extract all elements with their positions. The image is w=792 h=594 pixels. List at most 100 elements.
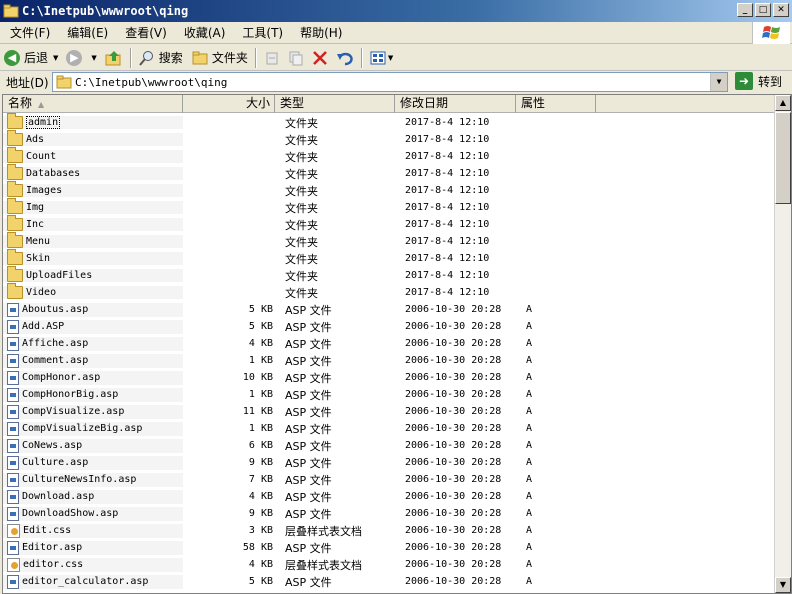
column-type[interactable]: 类型 bbox=[275, 95, 395, 113]
file-row[interactable]: Ads 文件夹 2017-8-4 12:10 bbox=[3, 130, 775, 148]
file-type: 文件夹 bbox=[285, 218, 318, 232]
menu-view[interactable]: 查看(V) bbox=[115, 24, 174, 41]
menu-favorites[interactable]: 收藏(A) bbox=[174, 24, 233, 41]
file-row[interactable]: CompHonorBig.asp 1 KB ASP 文件 2006-10-30 20:… bbox=[3, 386, 775, 403]
file-type: 层叠样式表文档 bbox=[285, 558, 362, 572]
address-input[interactable]: C:\Inetpub\wwwroot\qing ▼ bbox=[52, 72, 728, 92]
file-name: editor_calculator.asp bbox=[22, 576, 149, 587]
file-attributes: A bbox=[526, 542, 533, 553]
file-row[interactable]: Affiche.asp 4 KB ASP 文件 2006-10-30 20:28 A bbox=[3, 335, 775, 352]
chevron-down-icon[interactable]: ▼ bbox=[388, 54, 393, 62]
file-size: 1 KB bbox=[248, 389, 273, 400]
delete-button[interactable] bbox=[308, 47, 332, 69]
folders-button[interactable]: 文件夹 bbox=[187, 47, 252, 69]
column-attributes[interactable]: 属性 bbox=[516, 95, 596, 113]
file-date: 2006-10-30 20:28 bbox=[405, 355, 502, 366]
file-row[interactable]: CompVisualize.asp 11 KB ASP 文件 2006-10-30 2… bbox=[3, 403, 775, 420]
file-attributes: A bbox=[526, 457, 533, 468]
folder-icon bbox=[7, 113, 23, 129]
close-button[interactable]: ✕ bbox=[773, 3, 789, 17]
file-row[interactable]: Images 文件夹 2017-8-4 12:10 bbox=[3, 181, 775, 199]
asp-file-icon bbox=[7, 489, 19, 504]
asp-file-icon bbox=[7, 421, 19, 436]
scroll-down-button[interactable]: ▼ bbox=[775, 577, 791, 593]
folder-icon bbox=[7, 266, 23, 282]
up-folder-button[interactable] bbox=[101, 47, 127, 69]
file-name: CompHonor.asp bbox=[22, 372, 101, 383]
file-name-cell: Comment.asp bbox=[3, 353, 183, 368]
file-row[interactable]: Culture.asp 9 KB ASP 文件 2006-10-30 20:28 A bbox=[3, 454, 775, 471]
file-name-cell: Download.asp bbox=[3, 489, 183, 504]
file-name: Count bbox=[26, 151, 57, 162]
address-value: C:\Inetpub\wwwroot\qing bbox=[75, 75, 228, 89]
file-date: 2017-8-4 12:10 bbox=[405, 253, 490, 264]
scroll-up-button[interactable]: ▲ bbox=[775, 95, 791, 111]
copy-to-button[interactable] bbox=[284, 47, 308, 69]
file-attributes: A bbox=[526, 559, 533, 570]
file-name: Add.ASP bbox=[22, 321, 65, 332]
undo-button[interactable] bbox=[332, 47, 358, 69]
file-row[interactable]: DownloadShow.asp 9 KB ASP 文件 2006-10-30 20:… bbox=[3, 505, 775, 522]
scroll-thumb[interactable] bbox=[775, 112, 791, 204]
file-row[interactable]: editor.css 4 KB 层叠样式表文档 2006-10-30 20:28 A bbox=[3, 556, 775, 573]
column-date[interactable]: 修改日期 bbox=[395, 95, 516, 113]
move-to-button[interactable] bbox=[260, 47, 284, 69]
file-attributes: A bbox=[526, 576, 533, 587]
file-row[interactable]: UploadFiles 文件夹 2017-8-4 12:10 bbox=[3, 266, 775, 284]
file-attributes: A bbox=[526, 525, 533, 536]
address-bar: 地址(D) C:\Inetpub\wwwroot\qing ▼ ➜ 转到 bbox=[0, 71, 792, 93]
column-name[interactable]: 名称 ▲ bbox=[3, 95, 183, 113]
views-button[interactable]: ▼ bbox=[366, 47, 397, 69]
move-to-icon bbox=[266, 52, 278, 64]
file-name-cell: Menu bbox=[3, 232, 183, 248]
menu-help[interactable]: 帮助(H) bbox=[290, 24, 349, 41]
file-row[interactable]: Menu 文件夹 2017-8-4 12:10 bbox=[3, 232, 775, 250]
column-size[interactable]: 大小 bbox=[183, 95, 275, 113]
file-type: 文件夹 bbox=[285, 235, 318, 249]
file-row[interactable]: CompVisualizeBig.asp 1 KB ASP 文件 2006-10-30… bbox=[3, 420, 775, 437]
file-row[interactable]: Databases 文件夹 2017-8-4 12:10 bbox=[3, 164, 775, 182]
vertical-scrollbar[interactable]: ▲ ▼ bbox=[774, 95, 791, 593]
back-button[interactable]: ◀ 后退 ▼ bbox=[0, 47, 62, 69]
forward-button[interactable]: ▶ ▼ bbox=[62, 47, 100, 69]
file-row[interactable]: Comment.asp 1 KB ASP 文件 2006-10-30 20:28 A bbox=[3, 352, 775, 369]
chevron-down-icon[interactable]: ▼ bbox=[91, 54, 96, 62]
windows-logo-icon bbox=[752, 22, 790, 44]
file-row[interactable]: CompHonor.asp 10 KB ASP 文件 2006-10-30 20:28… bbox=[3, 369, 775, 386]
asp-file-icon bbox=[7, 404, 19, 419]
file-date: 2006-10-30 20:28 bbox=[405, 440, 502, 451]
asp-file-icon bbox=[7, 319, 19, 334]
chevron-down-icon[interactable]: ▼ bbox=[53, 54, 58, 62]
file-row[interactable]: Video 文件夹 2017-8-4 12:10 bbox=[3, 283, 775, 301]
file-row[interactable]: Skin 文件夹 2017-8-4 12:10 bbox=[3, 249, 775, 267]
search-button[interactable]: 搜索 bbox=[135, 47, 187, 69]
file-name-cell: Affiche.asp bbox=[3, 336, 183, 351]
file-type: ASP 文件 bbox=[285, 320, 332, 334]
column-name-label: 名称 bbox=[8, 96, 33, 110]
menu-edit[interactable]: 编辑(E) bbox=[57, 24, 115, 41]
file-row[interactable]: Editor.asp 58 KB ASP 文件 2006-10-30 20:28 A bbox=[3, 539, 775, 556]
file-row[interactable]: Download.asp 4 KB ASP 文件 2006-10-30 20:28 A bbox=[3, 488, 775, 505]
file-row[interactable]: Add.ASP 5 KB ASP 文件 2006-10-30 20:28 A bbox=[3, 318, 775, 335]
maximize-button[interactable]: □ bbox=[755, 3, 771, 17]
file-row[interactable]: Aboutus.asp 5 KB ASP 文件 2006-10-30 20:28 A bbox=[3, 301, 775, 318]
file-row[interactable]: CoNews.asp 6 KB ASP 文件 2006-10-30 20:28 A bbox=[3, 437, 775, 454]
file-row[interactable]: CultureNewsInfo.asp 7 KB ASP 文件 2006-10-30 … bbox=[3, 471, 775, 488]
file-row[interactable]: editor_calculator.asp 5 KB ASP 文件 2006-10-3… bbox=[3, 573, 775, 590]
minimize-button[interactable]: _ bbox=[737, 3, 753, 17]
file-date: 2006-10-30 20:28 bbox=[405, 542, 502, 553]
go-button[interactable]: ➜ 转到 bbox=[735, 72, 782, 90]
toolbar-separator bbox=[254, 47, 257, 68]
file-type: 文件夹 bbox=[285, 269, 318, 283]
file-row[interactable]: Img 文件夹 2017-8-4 12:10 bbox=[3, 198, 775, 216]
menu-file[interactable]: 文件(F) bbox=[0, 24, 57, 41]
folder-icon bbox=[7, 147, 23, 163]
file-type: ASP 文件 bbox=[285, 507, 332, 521]
menu-tools[interactable]: 工具(T) bbox=[232, 24, 290, 41]
toolbar: ◀ 后退 ▼ ▶ ▼ 搜索 文件夹 ▼ bbox=[0, 45, 792, 71]
file-row[interactable]: Count 文件夹 2017-8-4 12:10 bbox=[3, 147, 775, 165]
file-row[interactable]: admin 文件夹 2017-8-4 12:10 bbox=[3, 113, 775, 131]
file-row[interactable]: Inc 文件夹 2017-8-4 12:10 bbox=[3, 215, 775, 233]
address-dropdown-button[interactable]: ▼ bbox=[710, 73, 727, 91]
file-row[interactable]: Edit.css 3 KB 层叠样式表文档 2006-10-30 20:28 A bbox=[3, 522, 775, 539]
